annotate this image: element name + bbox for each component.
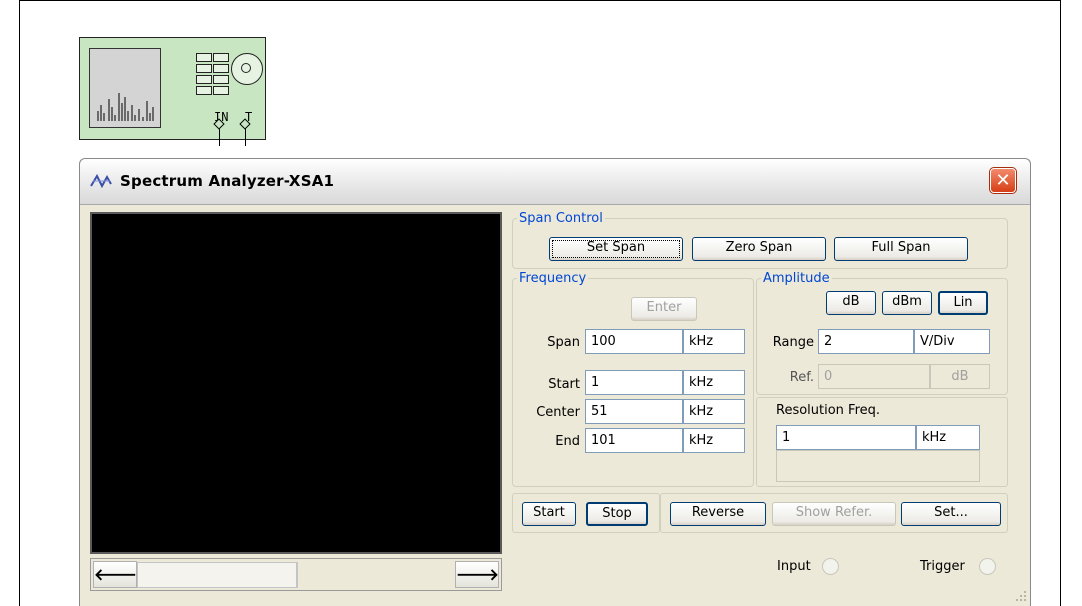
scroll-thumb[interactable] <box>137 562 297 588</box>
center-input[interactable]: 51 <box>585 399 683 424</box>
db-button[interactable]: dB <box>826 291 876 315</box>
span-control-legend: Span Control <box>519 211 603 226</box>
end-label: End <box>555 434 580 449</box>
resolution-status-box <box>776 450 980 482</box>
set-button[interactable]: Set... <box>901 502 1001 526</box>
spectrum-analyzer-window: Spectrum Analyzer-XSA1 ✕ 🡐 🡒 Span Contro… <box>79 158 1031 606</box>
trigger-indicator-label: Trigger <box>920 559 965 574</box>
start-input[interactable]: 1 <box>585 370 683 395</box>
zero-span-button[interactable]: Zero Span <box>692 237 826 261</box>
arrow-right-icon: 🡒 <box>456 565 499 584</box>
center-unit-field[interactable]: kHz <box>683 399 745 424</box>
range-unit-field[interactable]: V/Div <box>914 329 990 354</box>
arrow-left-icon: 🡐 <box>94 565 137 584</box>
start-label: Start <box>548 377 580 392</box>
resize-grip-icon[interactable] <box>1015 590 1027 602</box>
ref-input[interactable]: 0 <box>818 364 930 389</box>
resolution-unit-field[interactable]: kHz <box>916 425 980 450</box>
start-unit-field[interactable]: kHz <box>683 370 745 395</box>
dbm-button[interactable]: dBm <box>882 291 932 315</box>
span-unit-field[interactable]: kHz <box>683 329 745 354</box>
spectrum-bars-icon <box>97 93 154 121</box>
full-span-button[interactable]: Full Span <box>834 237 968 261</box>
input-indicator-label: Input <box>777 559 811 574</box>
stop-button[interactable]: Stop <box>586 502 648 526</box>
ref-unit-field[interactable]: dB <box>930 364 990 389</box>
scroll-divider <box>297 562 298 588</box>
horizontal-scrollbar[interactable]: 🡐 🡒 <box>90 558 502 591</box>
analyzer-app-icon <box>90 174 112 188</box>
enter-button[interactable]: Enter <box>631 297 697 321</box>
scroll-right-button[interactable]: 🡒 <box>455 561 499 588</box>
trigger-indicator-led <box>979 558 996 575</box>
scroll-left-button[interactable]: 🡐 <box>93 561 137 588</box>
end-input[interactable]: 101 <box>585 428 683 453</box>
resolution-label: Resolution Freq. <box>776 403 881 418</box>
symbol-screen <box>89 48 161 128</box>
frequency-legend: Frequency <box>519 271 587 286</box>
start-button[interactable]: Start <box>522 502 576 526</box>
input-indicator-led <box>822 558 839 575</box>
title-bar[interactable]: Spectrum Analyzer-XSA1 ✕ <box>80 159 1030 205</box>
span-input[interactable]: 100 <box>585 329 683 354</box>
symbol-knob <box>231 53 263 85</box>
amplitude-legend: Amplitude <box>763 271 830 286</box>
reverse-button[interactable]: Reverse <box>670 502 766 526</box>
spectrum-analyzer-symbol[interactable]: IN T <box>79 37 266 140</box>
center-label: Center <box>536 405 580 420</box>
window-title: Spectrum Analyzer-XSA1 <box>120 172 335 190</box>
range-input[interactable]: 2 <box>818 329 914 354</box>
ref-label: Ref. <box>789 370 814 385</box>
set-span-button[interactable]: Set Span <box>549 237 683 261</box>
show-refer-button[interactable]: Show Refer. <box>772 502 896 526</box>
end-unit-field[interactable]: kHz <box>683 428 745 453</box>
span-label: Span <box>547 335 580 350</box>
close-button[interactable]: ✕ <box>989 167 1017 194</box>
range-label: Range <box>772 335 814 350</box>
lin-button[interactable]: Lin <box>938 291 988 315</box>
spectrum-display[interactable] <box>90 212 502 554</box>
resolution-input[interactable]: 1 <box>776 425 916 450</box>
